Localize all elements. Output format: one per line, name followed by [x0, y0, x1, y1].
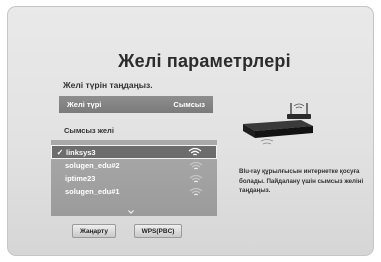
check-icon: ✓ — [56, 147, 64, 157]
wifi-signal-icon — [189, 187, 203, 195]
network-settings-screen: Желі параметрлері Желі түрін таңдаңыз. Ж… — [7, 6, 374, 256]
network-type-label: Желі түрі — [67, 100, 102, 109]
network-list: ✓ linksys3 solugen_edu#2 iptime23 soluge… — [51, 140, 217, 216]
chevron-down-icon[interactable] — [128, 210, 134, 214]
network-name: iptime23 — [65, 174, 96, 183]
network-item-solugen-edu-1[interactable]: solugen_edu#1 — [51, 185, 217, 198]
refresh-button[interactable]: Жаңарту — [72, 224, 116, 238]
description-text: Blu-ray құрылғысын интернетке қосуға бол… — [239, 168, 364, 194]
network-name: solugen_edu#1 — [65, 187, 120, 196]
page-title: Желі параметрлері — [118, 51, 291, 71]
wifi-signal-icon — [189, 161, 203, 169]
wireless-network-label: Сымсыз желі — [64, 126, 114, 135]
blu-ray-player-router-icon — [243, 103, 313, 145]
network-type-selector[interactable]: Желі түрі Сымсыз — [59, 96, 213, 113]
wifi-signal-icon — [189, 174, 203, 182]
network-item-iptime23[interactable]: iptime23 — [51, 172, 217, 185]
network-item-solugen-edu-2[interactable]: solugen_edu#2 — [51, 159, 217, 172]
wps-pbc-button[interactable]: WPS(PBC) — [134, 224, 182, 238]
network-name: linksys3 — [66, 147, 96, 157]
network-item-linksys3[interactable]: ✓ linksys3 — [51, 145, 217, 159]
network-type-value: Сымсыз — [173, 100, 205, 109]
page-subtitle: Желі түрін таңдаңыз. — [63, 80, 153, 90]
wifi-signal-icon — [188, 147, 202, 156]
network-name: solugen_edu#2 — [65, 161, 120, 170]
